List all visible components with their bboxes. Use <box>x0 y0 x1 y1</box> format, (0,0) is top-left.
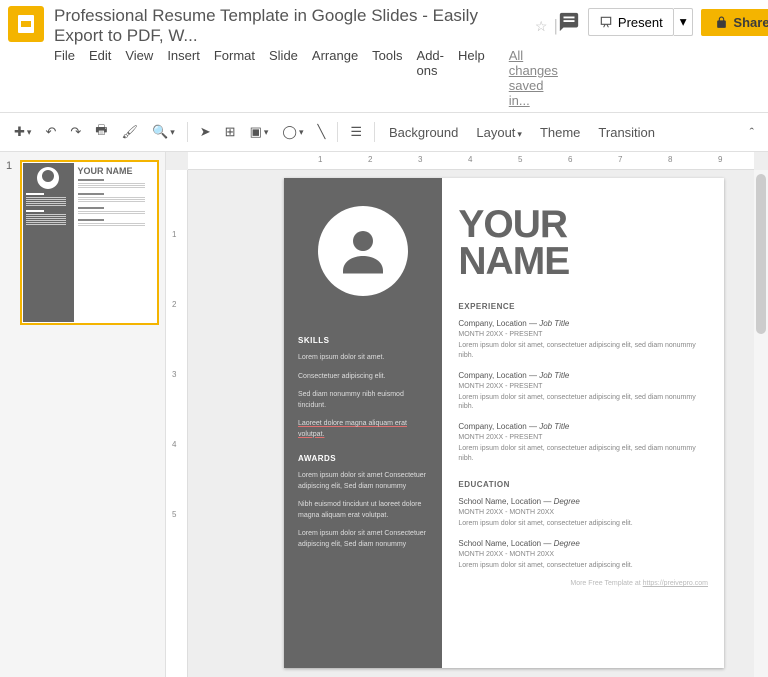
awards-heading: AWARDS <box>298 454 428 463</box>
thumb-name: YOUR NAME <box>78 167 153 176</box>
edu-body: Lorem ipsum dolor sit amet, consectetuer… <box>458 519 708 529</box>
share-button[interactable]: Share <box>701 9 768 36</box>
slide-number: 1 <box>6 160 16 325</box>
separator <box>187 122 188 142</box>
present-label: Present <box>618 15 663 30</box>
new-slide-button[interactable]: ✚▾ <box>8 119 37 145</box>
comment-tool[interactable]: ☰ <box>344 119 368 145</box>
skills-text: Consectetuer adipiscing elit. <box>298 372 428 383</box>
resume-main: YOURNAME EXPERIENCE Company, Location — … <box>442 178 724 668</box>
menu-slide[interactable]: Slide <box>269 48 298 108</box>
awards-text: Lorem ipsum dolor sit amet Consectetuer … <box>298 529 428 550</box>
skills-text: Laoreet dolore magna aliquam erat volutp… <box>298 419 428 440</box>
skills-text: Sed diam nonummy nibh euismod tincidunt. <box>298 390 428 411</box>
shape-tool[interactable]: ◯▾ <box>276 119 309 145</box>
menu-addons[interactable]: Add-ons <box>417 48 444 108</box>
separator <box>374 122 375 142</box>
app-logo[interactable] <box>8 6 44 42</box>
menu-tools[interactable]: Tools <box>372 48 402 108</box>
experience-heading: EXPERIENCE <box>458 302 708 311</box>
menubar: File Edit View Insert Format Slide Arran… <box>54 48 558 108</box>
star-icon[interactable]: ☆ <box>535 18 548 35</box>
exp-line: Company, Location — Job Title <box>458 319 708 328</box>
canvas[interactable]: 1 2 3 4 5 6 7 8 9 1 2 3 4 5 SKILLS Lorem… <box>166 152 768 677</box>
vertical-scrollbar[interactable] <box>754 170 768 677</box>
footer-link: More Free Template at https://preivepro.… <box>458 580 708 587</box>
exp-body: Lorem ipsum dolor sit amet, consectetuer… <box>458 341 708 361</box>
line-tool[interactable]: ╲ <box>312 119 332 145</box>
edu-line: School Name, Location — Degree <box>458 539 708 548</box>
name-heading: YOURNAME <box>458 206 708 280</box>
menu-arrange[interactable]: Arrange <box>312 48 358 108</box>
slide-canvas[interactable]: SKILLS Lorem ipsum dolor sit amet. Conse… <box>284 178 724 668</box>
edu-line: School Name, Location — Degree <box>458 497 708 506</box>
chevron-up-icon[interactable]: ˆ <box>744 120 760 145</box>
slide-panel: 1 YOUR NAME <box>0 152 166 677</box>
menu-edit[interactable]: Edit <box>89 48 111 108</box>
image-tool[interactable]: ▣▾ <box>244 119 275 145</box>
exp-body: Lorem ipsum dolor sit amet, consectetuer… <box>458 393 708 413</box>
resume-sidebar: SKILLS Lorem ipsum dolor sit amet. Conse… <box>284 178 442 668</box>
share-label: Share <box>733 15 768 30</box>
present-button[interactable]: Present <box>588 8 674 36</box>
menu-format[interactable]: Format <box>214 48 255 108</box>
menu-view[interactable]: View <box>125 48 153 108</box>
menu-file[interactable]: File <box>54 48 75 108</box>
skills-text: Lorem ipsum dolor sit amet. <box>298 353 428 364</box>
edu-date: MONTH 20XX - MONTH 20XX <box>458 509 708 516</box>
exp-date: MONTH 20XX - PRESENT <box>458 434 708 441</box>
paint-format-button[interactable]: 🖌 <box>116 119 145 145</box>
exp-date: MONTH 20XX - PRESENT <box>458 331 708 338</box>
horizontal-ruler: 1 2 3 4 5 6 7 8 9 <box>188 152 754 170</box>
exp-body: Lorem ipsum dolor sit amet, consectetuer… <box>458 444 708 464</box>
textbox-tool[interactable]: ⊞ <box>219 119 242 145</box>
document-title[interactable]: Professional Resume Template in Google S… <box>54 6 527 46</box>
exp-date: MONTH 20XX - PRESENT <box>458 383 708 390</box>
edu-body: Lorem ipsum dolor sit amet, consectetuer… <box>458 561 708 571</box>
menu-help[interactable]: Help <box>458 48 485 108</box>
education-heading: EDUCATION <box>458 480 708 489</box>
print-button[interactable]: 🖶 <box>89 116 113 148</box>
avatar-icon <box>318 206 408 296</box>
awards-text: Nibh euismod tincidunt ut laoreet dolore… <box>298 500 428 521</box>
redo-button[interactable]: ↷ <box>64 119 87 145</box>
exp-line: Company, Location — Job Title <box>458 422 708 431</box>
menu-insert[interactable]: Insert <box>167 48 200 108</box>
skills-heading: SKILLS <box>298 336 428 345</box>
slide-thumbnail[interactable]: YOUR NAME <box>20 160 159 325</box>
save-status[interactable]: All changes saved in... <box>509 48 558 108</box>
lock-icon <box>715 16 728 29</box>
zoom-button[interactable]: 🔍▾ <box>146 119 181 145</box>
background-button[interactable]: Background <box>381 121 466 144</box>
edu-date: MONTH 20XX - MONTH 20XX <box>458 551 708 558</box>
theme-button[interactable]: Theme <box>532 121 588 144</box>
vertical-ruler: 1 2 3 4 5 <box>166 170 188 677</box>
layout-button[interactable]: Layout▾ <box>468 121 530 144</box>
select-tool[interactable]: ➤ <box>194 119 217 145</box>
comments-icon[interactable] <box>558 11 580 33</box>
exp-line: Company, Location — Job Title <box>458 371 708 380</box>
undo-button[interactable]: ↶ <box>39 119 62 145</box>
present-dropdown[interactable]: ▾ <box>674 8 694 36</box>
present-icon <box>599 15 613 29</box>
transition-button[interactable]: Transition <box>590 121 663 144</box>
awards-text: Lorem ipsum dolor sit amet Consectetuer … <box>298 471 428 492</box>
separator <box>337 122 338 142</box>
toolbar: ✚▾ ↶ ↷ 🖶 🖌 🔍▾ ➤ ⊞ ▣▾ ◯▾ ╲ ☰ Background L… <box>0 112 768 152</box>
